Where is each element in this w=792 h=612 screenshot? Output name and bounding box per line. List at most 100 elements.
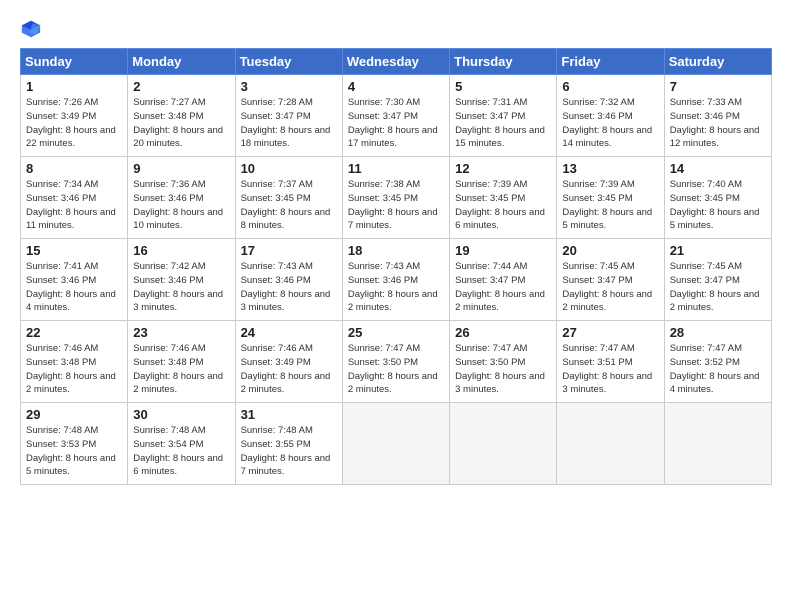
cell-info: Sunrise: 7:40 AMSunset: 3:45 PMDaylight:…: [670, 178, 766, 233]
calendar: SundayMondayTuesdayWednesdayThursdayFrid…: [20, 48, 772, 485]
weekday-monday: Monday: [128, 49, 235, 75]
calendar-cell: 21 Sunrise: 7:45 AMSunset: 3:47 PMDayligh…: [664, 239, 771, 321]
cell-info: Sunrise: 7:48 AMSunset: 3:54 PMDaylight:…: [133, 424, 229, 479]
calendar-cell: 23 Sunrise: 7:46 AMSunset: 3:48 PMDayligh…: [128, 321, 235, 403]
day-number: 19: [455, 243, 551, 258]
cell-info: Sunrise: 7:47 AMSunset: 3:52 PMDaylight:…: [670, 342, 766, 397]
cell-info: Sunrise: 7:34 AMSunset: 3:46 PMDaylight:…: [26, 178, 122, 233]
calendar-cell: 12 Sunrise: 7:39 AMSunset: 3:45 PMDayligh…: [450, 157, 557, 239]
day-number: 3: [241, 79, 337, 94]
day-number: 23: [133, 325, 229, 340]
day-number: 8: [26, 161, 122, 176]
cell-info: Sunrise: 7:28 AMSunset: 3:47 PMDaylight:…: [241, 96, 337, 151]
day-number: 14: [670, 161, 766, 176]
day-number: 17: [241, 243, 337, 258]
day-number: 31: [241, 407, 337, 422]
cell-info: Sunrise: 7:46 AMSunset: 3:49 PMDaylight:…: [241, 342, 337, 397]
cell-info: Sunrise: 7:38 AMSunset: 3:45 PMDaylight:…: [348, 178, 444, 233]
day-number: 27: [562, 325, 658, 340]
calendar-cell: 3 Sunrise: 7:28 AMSunset: 3:47 PMDaylight…: [235, 75, 342, 157]
cell-info: Sunrise: 7:47 AMSunset: 3:50 PMDaylight:…: [348, 342, 444, 397]
day-number: 21: [670, 243, 766, 258]
calendar-cell: 24 Sunrise: 7:46 AMSunset: 3:49 PMDayligh…: [235, 321, 342, 403]
calendar-cell: 25 Sunrise: 7:47 AMSunset: 3:50 PMDayligh…: [342, 321, 449, 403]
day-number: 16: [133, 243, 229, 258]
cell-info: Sunrise: 7:31 AMSunset: 3:47 PMDaylight:…: [455, 96, 551, 151]
cell-info: Sunrise: 7:47 AMSunset: 3:51 PMDaylight:…: [562, 342, 658, 397]
cell-info: Sunrise: 7:39 AMSunset: 3:45 PMDaylight:…: [562, 178, 658, 233]
calendar-cell: [342, 403, 449, 485]
cell-info: Sunrise: 7:27 AMSunset: 3:48 PMDaylight:…: [133, 96, 229, 151]
calendar-cell: 1 Sunrise: 7:26 AMSunset: 3:49 PMDaylight…: [21, 75, 128, 157]
cell-info: Sunrise: 7:42 AMSunset: 3:46 PMDaylight:…: [133, 260, 229, 315]
calendar-cell: 18 Sunrise: 7:43 AMSunset: 3:46 PMDayligh…: [342, 239, 449, 321]
day-number: 9: [133, 161, 229, 176]
day-number: 6: [562, 79, 658, 94]
cell-info: Sunrise: 7:26 AMSunset: 3:49 PMDaylight:…: [26, 96, 122, 151]
day-number: 15: [26, 243, 122, 258]
day-number: 26: [455, 325, 551, 340]
cell-info: Sunrise: 7:41 AMSunset: 3:46 PMDaylight:…: [26, 260, 122, 315]
cell-info: Sunrise: 7:45 AMSunset: 3:47 PMDaylight:…: [670, 260, 766, 315]
cell-info: Sunrise: 7:46 AMSunset: 3:48 PMDaylight:…: [26, 342, 122, 397]
logo-icon: [20, 18, 42, 40]
calendar-cell: 15 Sunrise: 7:41 AMSunset: 3:46 PMDayligh…: [21, 239, 128, 321]
header: [20, 18, 772, 40]
day-number: 20: [562, 243, 658, 258]
cell-info: Sunrise: 7:47 AMSunset: 3:50 PMDaylight:…: [455, 342, 551, 397]
calendar-cell: 13Sunrise: 7:39 AMSunset: 3:45 PMDayligh…: [557, 157, 664, 239]
day-number: 30: [133, 407, 229, 422]
cell-info: Sunrise: 7:46 AMSunset: 3:48 PMDaylight:…: [133, 342, 229, 397]
cell-info: Sunrise: 7:48 AMSunset: 3:53 PMDaylight:…: [26, 424, 122, 479]
cell-info: Sunrise: 7:39 AMSunset: 3:45 PMDaylight:…: [455, 178, 551, 233]
weekday-thursday: Thursday: [450, 49, 557, 75]
weekday-tuesday: Tuesday: [235, 49, 342, 75]
day-number: 25: [348, 325, 444, 340]
cell-info: Sunrise: 7:44 AMSunset: 3:47 PMDaylight:…: [455, 260, 551, 315]
week-row-3: 22 Sunrise: 7:46 AMSunset: 3:48 PMDayligh…: [21, 321, 772, 403]
day-number: 12: [455, 161, 551, 176]
calendar-cell: 2 Sunrise: 7:27 AMSunset: 3:48 PMDaylight…: [128, 75, 235, 157]
calendar-cell: 19 Sunrise: 7:44 AMSunset: 3:47 PMDayligh…: [450, 239, 557, 321]
weekday-saturday: Saturday: [664, 49, 771, 75]
week-row-2: 15 Sunrise: 7:41 AMSunset: 3:46 PMDayligh…: [21, 239, 772, 321]
cell-info: Sunrise: 7:43 AMSunset: 3:46 PMDaylight:…: [348, 260, 444, 315]
calendar-cell: 9 Sunrise: 7:36 AMSunset: 3:46 PMDaylight…: [128, 157, 235, 239]
calendar-cell: 26 Sunrise: 7:47 AMSunset: 3:50 PMDayligh…: [450, 321, 557, 403]
cell-info: Sunrise: 7:37 AMSunset: 3:45 PMDaylight:…: [241, 178, 337, 233]
calendar-cell: 10Sunrise: 7:37 AMSunset: 3:45 PMDayligh…: [235, 157, 342, 239]
calendar-cell: 14 Sunrise: 7:40 AMSunset: 3:45 PMDayligh…: [664, 157, 771, 239]
day-number: 5: [455, 79, 551, 94]
calendar-cell: 31Sunrise: 7:48 AMSunset: 3:55 PMDayligh…: [235, 403, 342, 485]
calendar-cell: [557, 403, 664, 485]
day-number: 29: [26, 407, 122, 422]
logo: [20, 18, 46, 40]
page: SundayMondayTuesdayWednesdayThursdayFrid…: [0, 0, 792, 612]
cell-info: Sunrise: 7:45 AMSunset: 3:47 PMDaylight:…: [562, 260, 658, 315]
cell-info: Sunrise: 7:36 AMSunset: 3:46 PMDaylight:…: [133, 178, 229, 233]
cell-info: Sunrise: 7:43 AMSunset: 3:46 PMDaylight:…: [241, 260, 337, 315]
calendar-cell: 7Sunrise: 7:33 AMSunset: 3:46 PMDaylight…: [664, 75, 771, 157]
cell-info: Sunrise: 7:32 AMSunset: 3:46 PMDaylight:…: [562, 96, 658, 151]
day-number: 1: [26, 79, 122, 94]
day-number: 4: [348, 79, 444, 94]
calendar-cell: 22 Sunrise: 7:46 AMSunset: 3:48 PMDayligh…: [21, 321, 128, 403]
day-number: 11: [348, 161, 444, 176]
day-number: 24: [241, 325, 337, 340]
day-number: 18: [348, 243, 444, 258]
day-number: 2: [133, 79, 229, 94]
calendar-cell: [664, 403, 771, 485]
calendar-cell: 5 Sunrise: 7:31 AMSunset: 3:47 PMDaylight…: [450, 75, 557, 157]
calendar-cell: 30 Sunrise: 7:48 AMSunset: 3:54 PMDayligh…: [128, 403, 235, 485]
day-number: 22: [26, 325, 122, 340]
calendar-cell: 16 Sunrise: 7:42 AMSunset: 3:46 PMDayligh…: [128, 239, 235, 321]
calendar-cell: 4Sunrise: 7:30 AMSunset: 3:47 PMDaylight…: [342, 75, 449, 157]
calendar-cell: [450, 403, 557, 485]
calendar-cell: 27 Sunrise: 7:47 AMSunset: 3:51 PMDayligh…: [557, 321, 664, 403]
calendar-cell: 17 Sunrise: 7:43 AMSunset: 3:46 PMDayligh…: [235, 239, 342, 321]
calendar-cell: 8 Sunrise: 7:34 AMSunset: 3:46 PMDaylight…: [21, 157, 128, 239]
cell-info: Sunrise: 7:33 AMSunset: 3:46 PMDaylight:…: [670, 96, 766, 151]
week-row-1: 8 Sunrise: 7:34 AMSunset: 3:46 PMDaylight…: [21, 157, 772, 239]
weekday-wednesday: Wednesday: [342, 49, 449, 75]
day-number: 28: [670, 325, 766, 340]
